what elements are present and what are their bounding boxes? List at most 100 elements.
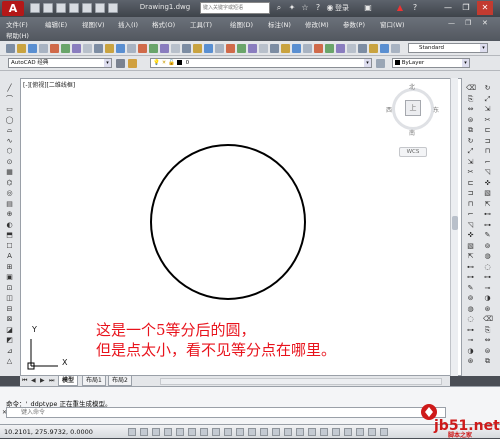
modify-tool-icon[interactable]: ⊏: [466, 179, 475, 188]
prev-tab-icon[interactable]: ◀: [31, 377, 36, 384]
status-toggle-icon[interactable]: [308, 428, 316, 436]
last-tab-icon[interactable]: ⏭: [49, 377, 54, 385]
draw-tool-icon[interactable]: ◐: [5, 221, 14, 230]
modify-tool-icon[interactable]: ↻: [483, 84, 492, 93]
standard-tool-icon[interactable]: [61, 44, 70, 53]
modify-tool-icon[interactable]: ◑: [466, 347, 475, 356]
modify-tool-icon[interactable]: ◍: [483, 252, 492, 261]
menu-view[interactable]: 视图(V): [82, 19, 105, 29]
modify-tool-icon[interactable]: ⊚: [466, 294, 475, 303]
modify-tool-icon[interactable]: ⌫: [466, 84, 476, 93]
close-icon[interactable]: ✕: [477, 1, 493, 15]
standard-tool-icon[interactable]: [83, 44, 92, 53]
modify-tool-icon[interactable]: ⊐: [466, 189, 475, 198]
standard-tool-icon[interactable]: [380, 44, 389, 53]
compass-south[interactable]: 南: [409, 128, 415, 137]
horizontal-scrollbar[interactable]: [160, 378, 442, 385]
draw-tool-icon[interactable]: ⊿: [5, 347, 14, 356]
menu-parametric[interactable]: 参数(P): [343, 19, 365, 29]
compass-west[interactable]: 西: [386, 105, 392, 114]
modify-tool-icon[interactable]: ⊸: [466, 336, 475, 345]
status-toggle-icon[interactable]: [344, 428, 352, 436]
draw-tool-icon[interactable]: ⌬: [5, 179, 14, 188]
standard-tool-icon[interactable]: [116, 44, 125, 53]
draw-tool-icon[interactable]: △: [5, 357, 14, 366]
modify-tool-icon[interactable]: ⊛: [466, 357, 475, 366]
viewcube-top-face[interactable]: 上: [405, 100, 421, 116]
standard-tool-icon[interactable]: [94, 44, 103, 53]
wcs-menu[interactable]: WCS: [399, 147, 427, 157]
draw-tool-icon[interactable]: ◯: [5, 116, 14, 125]
status-toggle-icon[interactable]: [368, 428, 376, 436]
modify-tool-icon[interactable]: ◍: [466, 305, 475, 314]
draw-tool-icon[interactable]: ◎: [5, 189, 14, 198]
standard-tool-icon[interactable]: [6, 44, 15, 53]
login-link[interactable]: 登录: [335, 3, 349, 13]
draw-tool-icon[interactable]: ⊙: [5, 158, 14, 167]
standard-tool-icon[interactable]: [237, 44, 246, 53]
autodesk-icon[interactable]: ▲: [395, 3, 405, 13]
modify-tool-icon[interactable]: ⧉: [466, 126, 475, 135]
status-toggle-icon[interactable]: [332, 428, 340, 436]
text-style-select[interactable]: Standard ▾: [408, 43, 488, 53]
draw-tool-icon[interactable]: ⊞: [5, 263, 14, 272]
modify-tool-icon[interactable]: ⇱: [466, 252, 475, 261]
redo-icon[interactable]: [108, 3, 118, 13]
modify-tool-icon[interactable]: ⊸: [483, 284, 492, 293]
draw-tool-icon[interactable]: A: [5, 252, 14, 261]
standard-tool-icon[interactable]: [391, 44, 400, 53]
menu-dimension[interactable]: 标注(N): [268, 19, 291, 29]
standard-tool-icon[interactable]: [358, 44, 367, 53]
menu-help[interactable]: 帮助(H): [6, 30, 29, 40]
modify-tool-icon[interactable]: ⊶: [483, 221, 492, 230]
draw-tool-icon[interactable]: ▦: [5, 168, 14, 177]
layer-manager-icon[interactable]: [128, 59, 137, 68]
modify-tool-icon[interactable]: ⇔: [466, 105, 475, 114]
standard-tool-icon[interactable]: [226, 44, 235, 53]
layer-select[interactable]: 💡 ☀ 🔓 0 ▾: [150, 58, 372, 68]
workspace-select[interactable]: AutoCAD 经典 ▾: [8, 58, 112, 68]
standard-tool-icon[interactable]: [292, 44, 301, 53]
draw-tool-icon[interactable]: ⊕: [5, 210, 14, 219]
save-as-icon[interactable]: [69, 3, 79, 13]
standard-tool-icon[interactable]: [105, 44, 114, 53]
standard-tool-icon[interactable]: [204, 44, 213, 53]
modify-tool-icon[interactable]: ◑: [483, 294, 492, 303]
viewcube[interactable]: 北 西 东 南 上 WCS: [375, 80, 445, 160]
modify-tool-icon[interactable]: ⇔: [483, 336, 492, 345]
tab-layout2[interactable]: 布局2: [108, 376, 132, 386]
draw-tool-icon[interactable]: ▤: [5, 200, 14, 209]
standard-tool-icon[interactable]: [72, 44, 81, 53]
doc-close-icon[interactable]: ✕: [482, 19, 488, 27]
new-file-icon[interactable]: [30, 3, 40, 13]
menu-modify[interactable]: 修改(M): [305, 19, 329, 29]
modify-tool-icon[interactable]: ✂: [466, 168, 475, 177]
standard-tool-icon[interactable]: [171, 44, 180, 53]
modify-tool-icon[interactable]: ⊜: [466, 116, 475, 125]
exchange-icon[interactable]: ✦: [287, 3, 297, 13]
search-input[interactable]: 键入关键字或短语: [200, 2, 270, 14]
compass-north[interactable]: 北: [409, 82, 415, 91]
modify-tool-icon[interactable]: ⊐: [483, 137, 492, 146]
standard-tool-icon[interactable]: [138, 44, 147, 53]
standard-tool-icon[interactable]: [325, 44, 334, 53]
menu-insert[interactable]: 插入(I): [118, 19, 138, 29]
modify-tool-icon[interactable]: ⌫: [483, 315, 493, 324]
command-input[interactable]: 键入命令: [6, 407, 446, 418]
modify-tool-icon[interactable]: ✜: [483, 179, 492, 188]
status-toggle-icon[interactable]: [212, 428, 220, 436]
status-toggle-icon[interactable]: [176, 428, 184, 436]
draw-tool-icon[interactable]: ⬡: [5, 147, 14, 156]
modify-tool-icon[interactable]: ⤢: [483, 95, 492, 104]
standard-tool-icon[interactable]: [39, 44, 48, 53]
draw-tool-icon[interactable]: ⊡: [5, 284, 14, 293]
modify-tool-icon[interactable]: ✎: [483, 231, 492, 240]
vertical-scrollbar[interactable]: [450, 78, 458, 376]
first-tab-icon[interactable]: ⏮: [22, 377, 27, 385]
plot-icon[interactable]: [82, 3, 92, 13]
tab-layout1[interactable]: 布局1: [82, 376, 106, 386]
menu-tools[interactable]: 工具(T): [190, 19, 212, 29]
status-toggle-icon[interactable]: [140, 428, 148, 436]
standard-tool-icon[interactable]: [215, 44, 224, 53]
modify-tool-icon[interactable]: ⊶: [466, 326, 475, 335]
